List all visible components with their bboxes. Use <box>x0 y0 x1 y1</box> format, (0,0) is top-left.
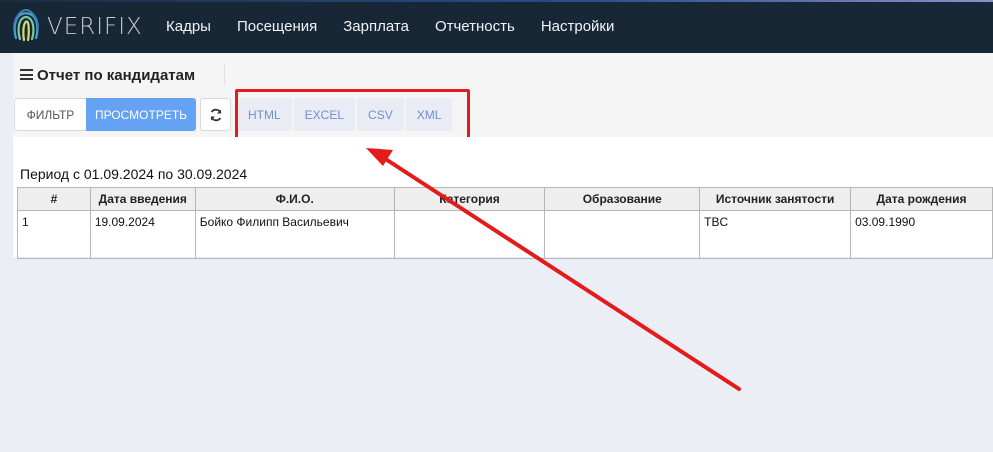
col-number: # <box>17 187 91 211</box>
view-button[interactable]: ПРОСМОТРЕТЬ <box>86 98 196 131</box>
report-toolbar: Отчет по кандидатам ФИЛЬТР ПРОСМОТРЕТЬ H… <box>13 53 993 141</box>
cell-birth-date: 03.09.1990 <box>850 210 993 259</box>
cell-education <box>544 210 701 259</box>
cell-employment-source: TBC <box>699 210 852 259</box>
report-area: Период с 01.09.2024 по 30.09.2024 # Дата… <box>13 137 993 259</box>
col-employment-source: Источник занятости <box>699 187 852 211</box>
nav-item-nastroyki[interactable]: Настройки <box>541 18 615 35</box>
filter-button[interactable]: ФИЛЬТР <box>14 98 86 131</box>
nav-item-zarplata[interactable]: Зарплата <box>343 18 409 35</box>
fingerprint-logo-icon <box>13 8 39 42</box>
export-excel-button[interactable]: EXCEL <box>293 98 356 131</box>
col-entry-date: Дата введения <box>89 187 196 211</box>
report-table: # Дата введения Ф.И.О. Категория Образов… <box>17 187 993 259</box>
cell-entry-date: 19.09.2024 <box>89 210 196 259</box>
refresh-button[interactable] <box>200 98 231 131</box>
nav-item-kadry[interactable]: Кадры <box>166 18 211 35</box>
col-category: Категория <box>393 187 546 211</box>
main-nav: Кадры Посещения Зарплата Отчетность Наст… <box>166 0 640 53</box>
page-title: Отчет по кандидатам <box>37 67 196 84</box>
col-full-name: Ф.И.О. <box>194 187 395 211</box>
cell-number: 1 <box>17 210 91 259</box>
export-html-button[interactable]: HTML <box>237 98 292 131</box>
content-panel: Отчет по кандидатам ФИЛЬТР ПРОСМОТРЕТЬ H… <box>13 53 993 452</box>
cell-category <box>393 210 546 259</box>
export-buttons: HTML EXCEL CSV XML <box>237 98 454 131</box>
report-period: Период с 01.09.2024 по 30.09.2024 <box>20 166 248 182</box>
refresh-icon <box>210 108 221 121</box>
cell-full-name: Бойко Филипп Васильевич <box>194 210 395 259</box>
nav-item-otchetnost[interactable]: Отчетность <box>435 18 515 35</box>
export-csv-button[interactable]: CSV <box>357 98 404 131</box>
col-education: Образование <box>544 187 701 211</box>
export-xml-button[interactable]: XML <box>405 98 453 131</box>
top-navigation-bar: VERIFIX Кадры Посещения Зарплата Отчетно… <box>0 0 993 53</box>
table-header-row: # Дата введения Ф.И.О. Категория Образов… <box>17 187 993 211</box>
title-divider <box>224 63 225 85</box>
menu-icon[interactable] <box>20 69 33 80</box>
nav-item-poseshcheniya[interactable]: Посещения <box>237 18 317 35</box>
col-birth-date: Дата рождения <box>850 187 993 211</box>
table-row: 1 19.09.2024 Бойко Филипп Васильевич TBC… <box>17 210 993 259</box>
brand-name: VERIFIX <box>47 14 143 40</box>
action-button-group: ФИЛЬТР ПРОСМОТРЕТЬ <box>14 98 196 131</box>
